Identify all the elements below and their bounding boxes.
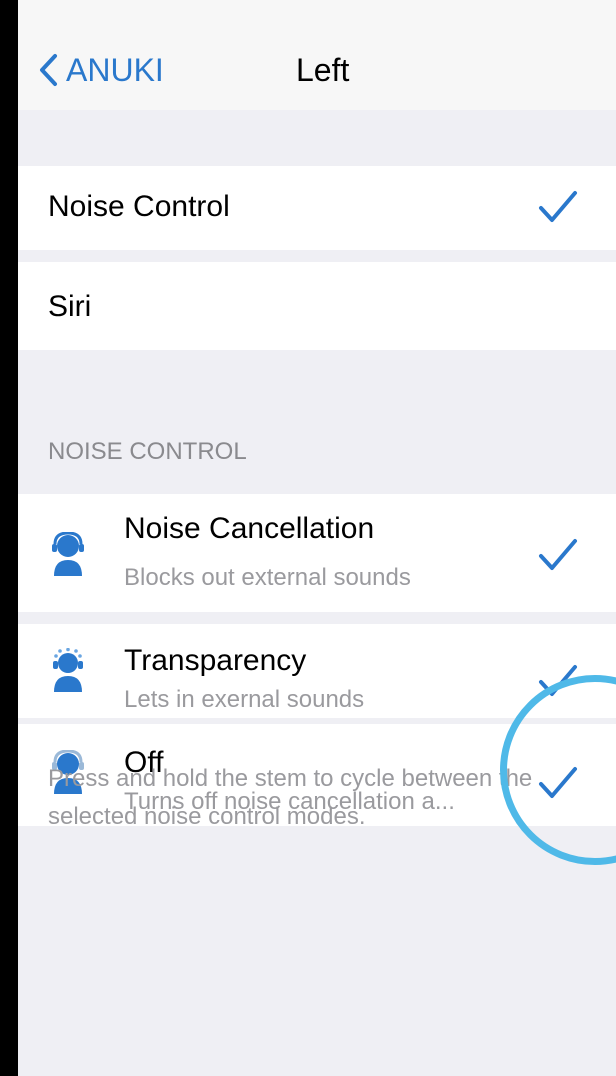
page-title: Left [296,52,350,88]
chevron-left-icon [40,54,57,86]
noise-control-footnote: Press and hold the stem to cycle between… [48,765,533,830]
option-siri[interactable]: Siri [18,262,616,350]
checkmark-icon [539,539,577,570]
option-noise-control[interactable]: Noise Control [18,166,616,250]
option-label: Siri [48,290,92,323]
transparency-icon [53,648,83,692]
noise-option-cancellation[interactable]: Noise Cancellation Blocks out external s… [18,494,616,612]
back-label: ANUKI [66,51,164,88]
section-header: NOISE CONTROL [48,438,247,465]
navigation-bar: ANUKI Left [18,0,616,110]
checkmark-icon [539,191,577,222]
settings-screen: ANUKI Left Noise Control Siri NOISE CONT… [18,0,616,1076]
option-subtitle: Blocks out external sounds [124,564,411,591]
back-button[interactable]: ANUKI [38,48,164,92]
option-title: Noise Cancellation [124,512,375,545]
option-subtitle: Lets in exernal sounds [124,686,365,713]
option-label: Noise Control [48,190,230,223]
option-title: Transparency [124,644,307,677]
noise-cancellation-icon [52,532,84,576]
